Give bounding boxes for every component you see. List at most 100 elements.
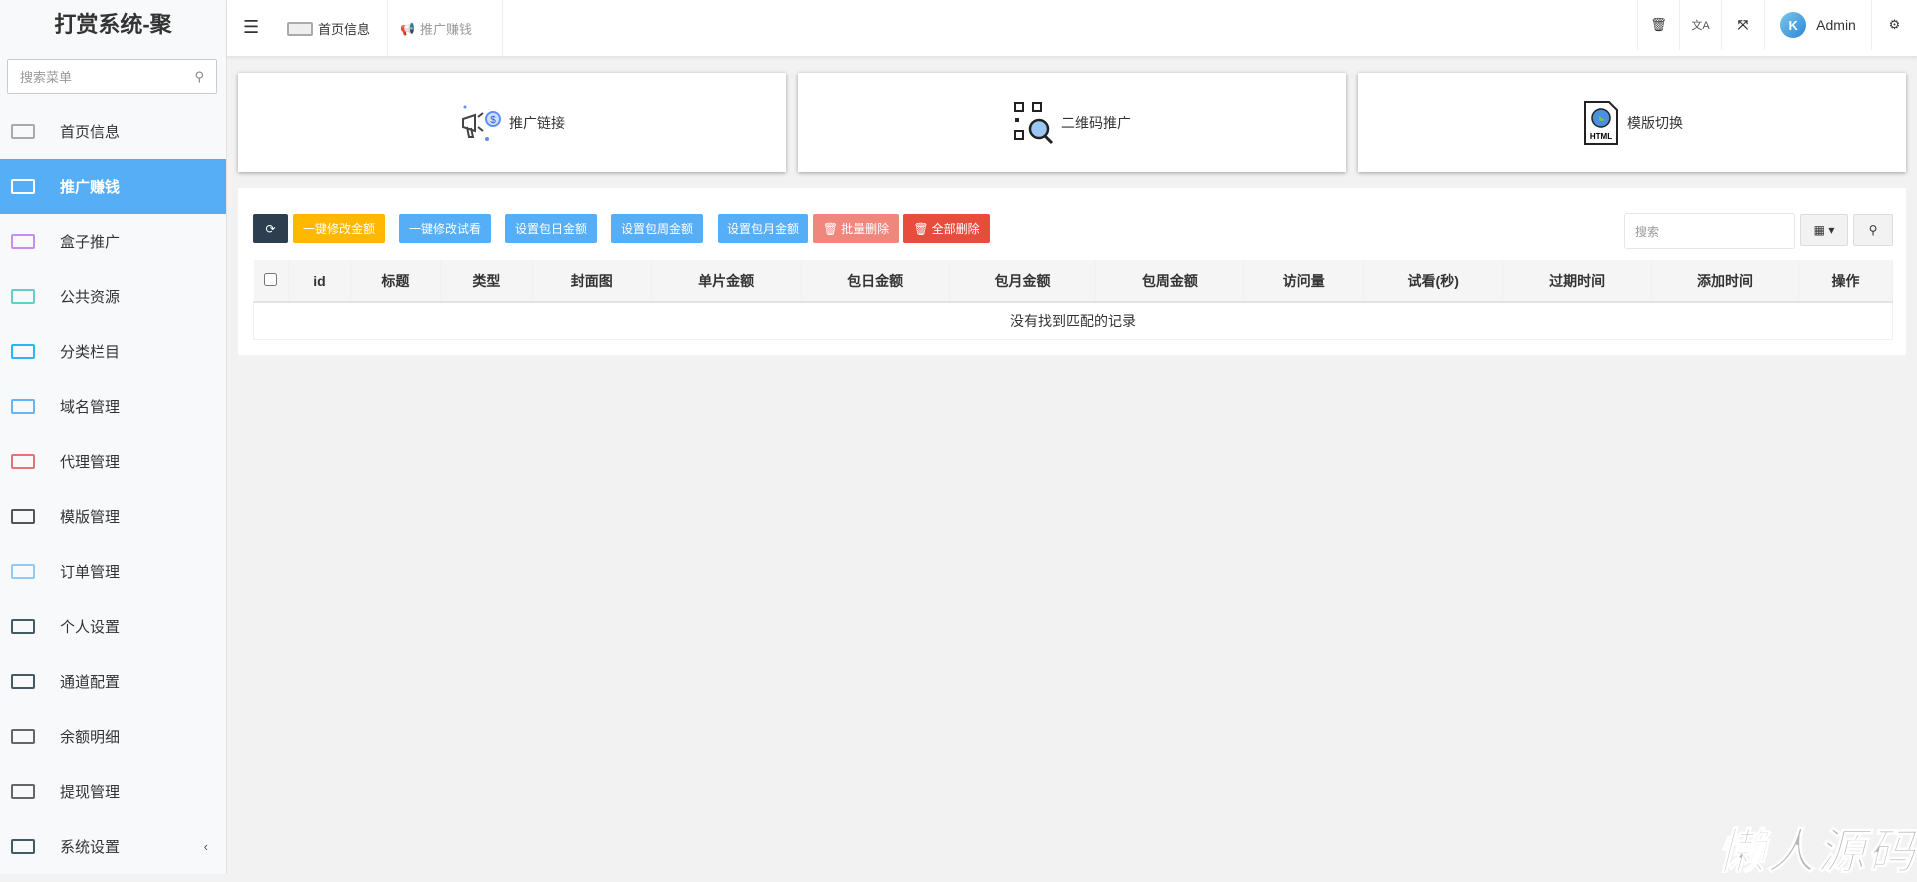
order-icon: [10, 563, 36, 581]
sidebar-item[interactable]: 盒子推广: [0, 214, 226, 269]
menu-toggle-icon[interactable]: ☰: [243, 17, 259, 38]
resource-icon: [10, 288, 36, 306]
watermark: 懒人源码: [1717, 826, 1917, 880]
empty-row: 没有找到匹配的记录: [253, 301, 1893, 340]
trash-icon: 🗑: [913, 221, 929, 236]
clear-cache-button[interactable]: 🗑: [1637, 0, 1679, 50]
sidebar-item-label: 提现管理: [60, 784, 121, 801]
column-header[interactable]: 添加时间: [1651, 260, 1799, 303]
sidebar-item[interactable]: 个人设置: [0, 599, 226, 654]
column-header[interactable]: 包日金额: [801, 260, 950, 303]
app-title: 打赏系统-聚: [54, 12, 172, 37]
card-qrcode[interactable]: 二维码推广: [798, 73, 1346, 172]
empty-message: 没有找到匹配的记录: [253, 301, 1893, 340]
delete-all-button[interactable]: 🗑 全部删除: [903, 214, 990, 243]
sidebar-item[interactable]: 订单管理: [0, 544, 226, 599]
search-icon: ⚲: [194, 68, 204, 84]
card-promo-link[interactable]: $ 推广链接: [238, 73, 786, 172]
translate-icon: 文A: [1691, 20, 1710, 32]
balance-icon: [10, 728, 36, 746]
sidebar-item-label: 订单管理: [60, 564, 121, 581]
sidebar-item[interactable]: 域名管理: [0, 379, 226, 434]
column-header[interactable]: 包周金额: [1095, 260, 1245, 303]
sidebar-item[interactable]: 分类栏目: [0, 324, 226, 379]
column-header[interactable]: 操作: [1798, 260, 1894, 303]
system-settings-icon: [10, 838, 36, 856]
settings-button[interactable]: ⚙: [1871, 0, 1917, 50]
home-screen-icon: [10, 123, 36, 141]
column-header[interactable]: 包月金额: [949, 260, 1097, 303]
top-bar: ☰ 首页信息 📢 推广赚钱 🗑 文A ⤧ K Admin ⚙: [227, 0, 1917, 57]
sidebar-item[interactable]: 通道配置: [0, 654, 226, 709]
bulk-edit-trial-button[interactable]: 一键修改试看: [399, 214, 491, 243]
bulk-edit-amount-button[interactable]: 一键修改金额: [293, 214, 385, 243]
sidebar-item-label: 分类栏目: [60, 344, 121, 361]
html-template-icon: [10, 508, 36, 526]
column-header[interactable]: 类型: [440, 260, 533, 303]
sidebar-item[interactable]: 推广赚钱: [0, 159, 226, 214]
translate-button[interactable]: 文A: [1679, 0, 1721, 50]
sidebar-item[interactable]: 余额明细: [0, 709, 226, 764]
sidebar: 打赏系统-聚 搜索菜单 ⚲ 首页信息推广赚钱盒子推广公共资源分类栏目域名管理代理管…: [0, 0, 227, 874]
sidebar-item-label: 域名管理: [60, 399, 121, 416]
sidebar-item[interactable]: 代理管理: [0, 434, 226, 489]
list-sort-icon: [10, 343, 36, 361]
sidebar-item-label: 代理管理: [60, 454, 121, 471]
sidebar-item[interactable]: 公共资源: [0, 269, 226, 324]
column-header[interactable]: 过期时间: [1502, 260, 1653, 303]
sidebar-item-label: 推广赚钱: [60, 179, 121, 196]
svg-text:HTML: HTML: [1590, 132, 1612, 141]
tab-home[interactable]: 首页信息: [275, 0, 388, 57]
megaphone-icon: 📢: [400, 21, 415, 36]
sidebar-item[interactable]: 系统设置 ‹: [0, 819, 226, 874]
set-monthly-amount-button[interactable]: 设置包月金额: [718, 214, 808, 243]
column-header[interactable]: 访问量: [1243, 260, 1365, 303]
fullscreen-button[interactable]: ⤧: [1721, 0, 1764, 50]
trash-icon: 🗑: [822, 221, 839, 236]
sidebar-item-label: 盒子推广: [60, 234, 121, 251]
columns-toggle-button[interactable]: ▦ ▾: [1800, 214, 1848, 246]
sidebar-item[interactable]: 提现管理: [0, 764, 226, 819]
column-header[interactable]: id: [288, 260, 351, 303]
sidebar-item-label: 模版管理: [60, 509, 121, 526]
search-button[interactable]: ⚲: [1853, 214, 1893, 246]
column-header[interactable]: 封面图: [532, 260, 652, 303]
gears-icon: ⚙: [1888, 17, 1901, 32]
megaphone-dollar-icon: $: [459, 103, 503, 143]
column-header[interactable]: 标题: [350, 260, 441, 303]
data-panel: ⟳ 一键修改金额 一键修改试看 设置包日金额 设置包周金额 设置包月金额 🗑 批量…: [238, 188, 1906, 355]
data-table: id 标题 类型 封面图 单片金额 包日金额 包月金额 包周金额 访问量 试看(秒) 过期时间 添加时…: [253, 260, 1894, 340]
withdraw-icon: [10, 783, 36, 801]
svg-text:$: $: [490, 115, 496, 126]
menu-search-input[interactable]: 搜索菜单 ⚲: [7, 59, 217, 94]
sidebar-item-label: 通道配置: [60, 674, 121, 691]
grid-icon: ▦ ▾: [1813, 223, 1835, 237]
card-template-switch[interactable]: HTML 模版切换: [1358, 73, 1906, 172]
sidebar-item[interactable]: 模版管理: [0, 489, 226, 544]
sidebar-menu: 首页信息推广赚钱盒子推广公共资源分类栏目域名管理代理管理模版管理订单管理个人设置…: [0, 104, 226, 874]
table-search-input[interactable]: 搜索: [1624, 213, 1795, 249]
sidebar-item-label: 公共资源: [60, 289, 121, 306]
sidebar-item[interactable]: 首页信息: [0, 104, 226, 159]
channel-icon: [10, 673, 36, 691]
set-weekly-amount-button[interactable]: 设置包周金额: [611, 214, 703, 243]
megaphone-icon: [10, 178, 36, 196]
batch-delete-button[interactable]: 🗑 批量删除: [813, 214, 899, 243]
sidebar-item-label: 系统设置: [60, 839, 121, 856]
home-screen-icon: [287, 21, 313, 36]
select-all-checkbox[interactable]: [253, 260, 289, 303]
sidebar-item-label: 首页信息: [60, 124, 121, 141]
tab-promote[interactable]: 📢 推广赚钱: [388, 0, 503, 57]
refresh-button[interactable]: ⟳: [253, 214, 288, 243]
fullscreen-icon: ⤧: [1737, 17, 1749, 32]
column-header[interactable]: 试看(秒): [1363, 260, 1504, 303]
set-daily-amount-button[interactable]: 设置包日金额: [505, 214, 597, 243]
chevron-left-icon[interactable]: ‹: [204, 839, 208, 854]
column-header[interactable]: 单片金额: [651, 260, 802, 303]
html-template-icon: HTML: [1581, 100, 1621, 146]
agent-icon: [10, 453, 36, 471]
trash-icon: 🗑: [1650, 17, 1667, 32]
sidebar-item-label: 个人设置: [60, 619, 121, 636]
user-menu[interactable]: K Admin: [1764, 0, 1871, 50]
refresh-icon: ⟳: [265, 221, 276, 236]
